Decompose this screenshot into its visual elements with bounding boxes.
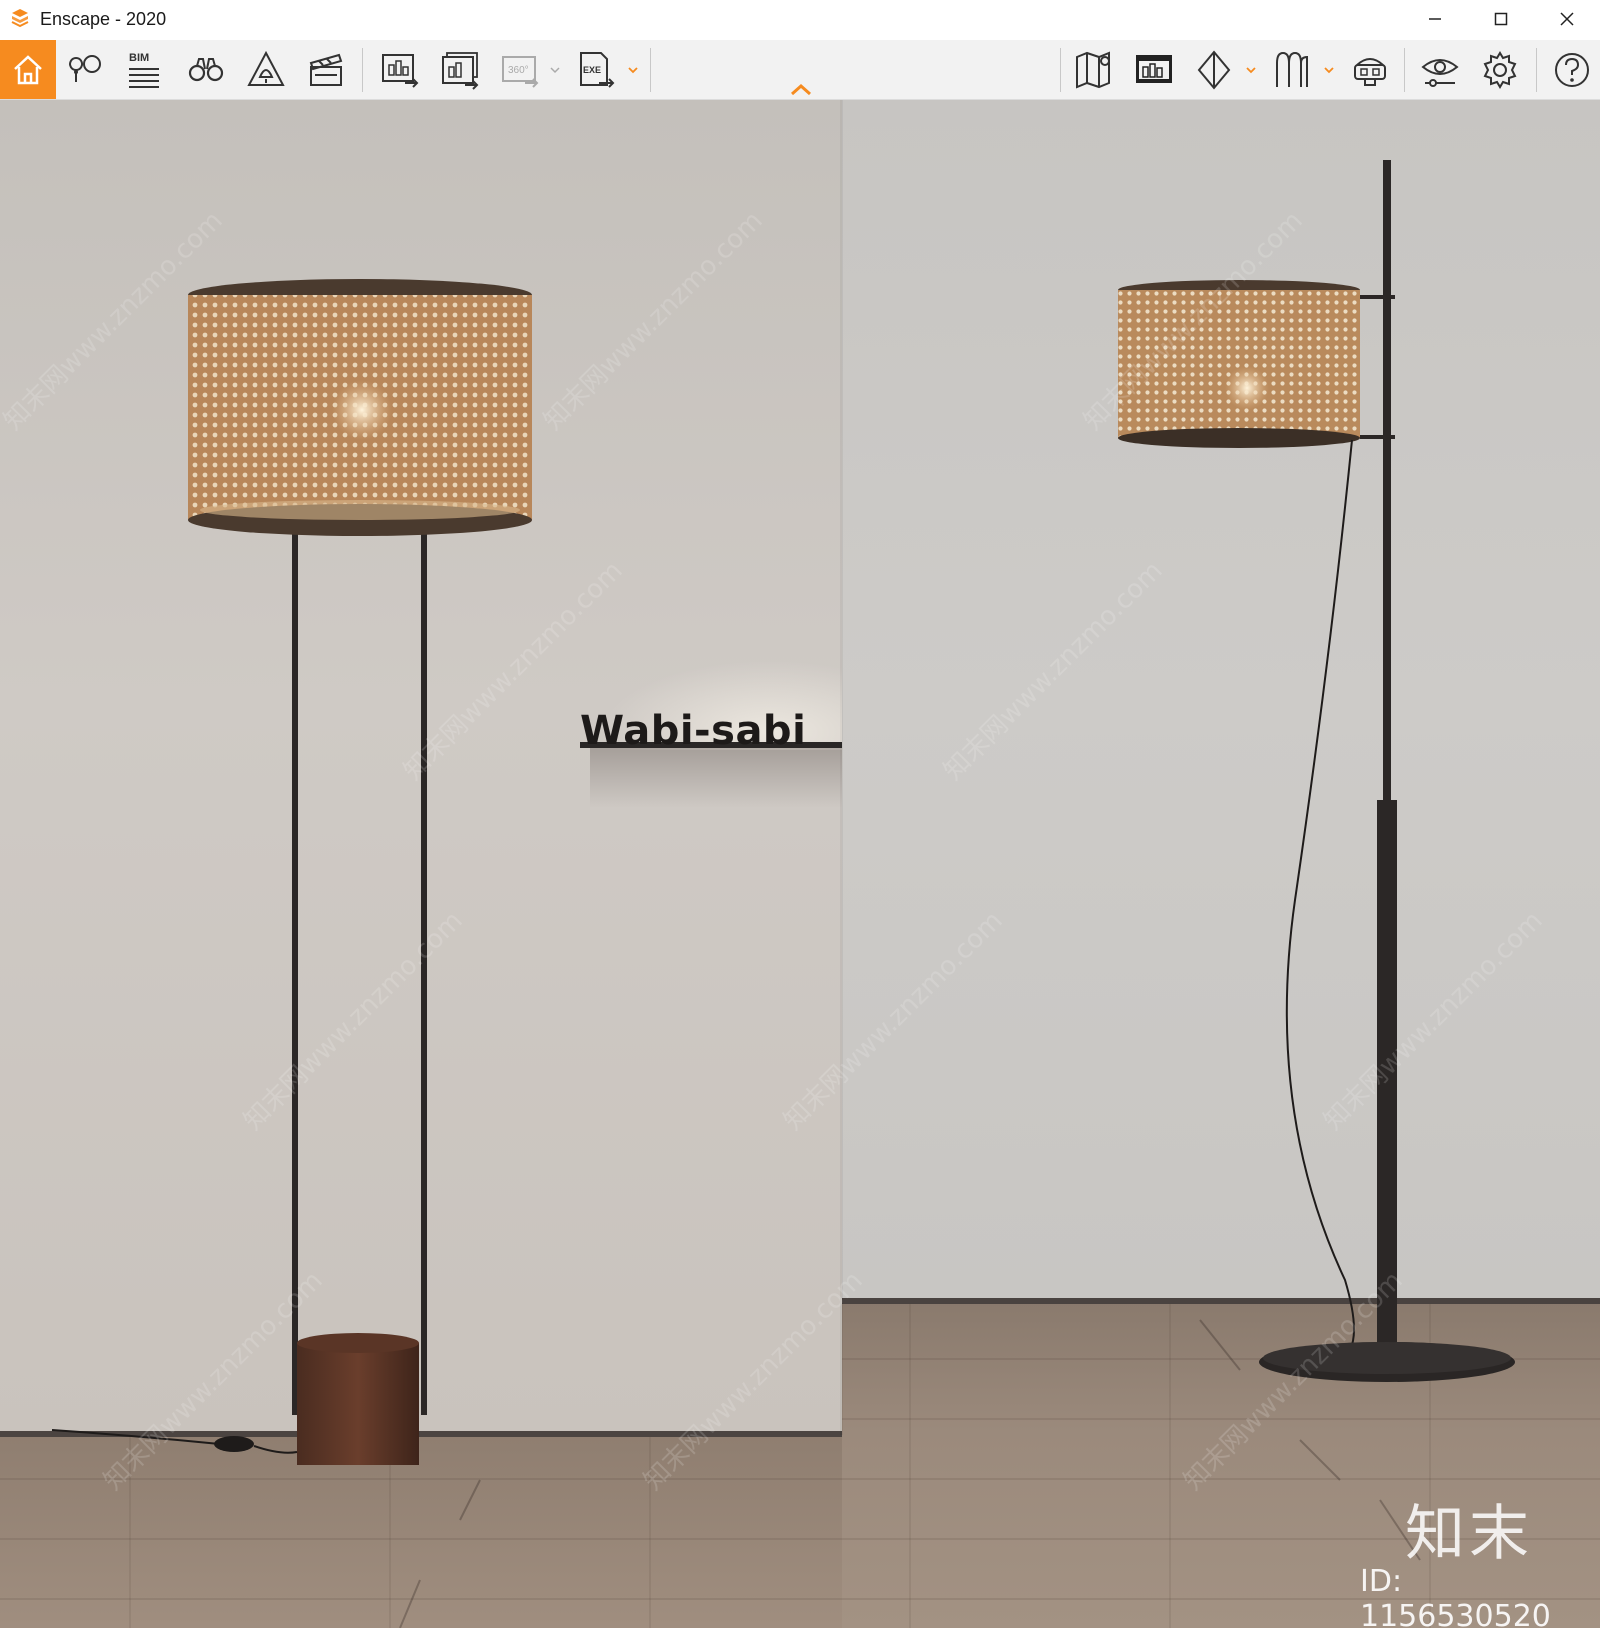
view-mode-dropdown[interactable]	[1244, 62, 1258, 78]
video-editor-button[interactable]	[300, 44, 352, 96]
close-button[interactable]	[1538, 0, 1596, 38]
export-exe-button[interactable]: EXE	[570, 44, 622, 96]
asset-library-button[interactable]	[1128, 44, 1180, 96]
toolbar-separator	[650, 48, 651, 92]
svg-text:360°: 360°	[508, 65, 529, 76]
watermark-id: ID: 1156530520	[1360, 1564, 1551, 1628]
enscape-logo-icon	[11, 9, 29, 28]
chevron-down-icon	[1324, 67, 1334, 74]
materials-icon	[1276, 51, 1308, 87]
panorama-360-icon: 360°	[502, 56, 539, 88]
maximize-button[interactable]	[1472, 0, 1530, 38]
help-button[interactable]	[1546, 44, 1598, 96]
render-image-icon	[382, 54, 419, 88]
home-button[interactable]	[0, 40, 56, 99]
close-icon	[1560, 12, 1574, 26]
title-bar: Enscape - 2020	[0, 0, 1600, 38]
lamp-pole	[1383, 160, 1391, 800]
materials-button[interactable]	[1266, 44, 1318, 96]
toolbar-separator	[1060, 48, 1061, 92]
watermark-logo: 知末	[1405, 1499, 1533, 1569]
chevron-down-icon	[1246, 67, 1256, 74]
svg-text:EXE: EXE	[583, 65, 601, 75]
export-exe-dropdown[interactable]	[626, 62, 640, 78]
render-screenshot-button[interactable]	[374, 44, 426, 96]
minimize-button[interactable]	[1406, 0, 1464, 38]
render-360-button[interactable]: 360°	[494, 44, 546, 96]
toolbar-separator	[362, 48, 363, 92]
vr-headset-button[interactable]	[1344, 44, 1396, 96]
batch-render-icon	[442, 52, 479, 90]
render-360-dropdown[interactable]	[548, 62, 562, 78]
settings-button[interactable]	[1474, 44, 1526, 96]
map-button[interactable]	[1068, 44, 1120, 96]
maximize-icon	[1494, 12, 1508, 26]
light-triangle-icon	[247, 50, 285, 86]
wooden-base	[297, 1343, 419, 1465]
map-icon	[1076, 51, 1110, 89]
export-exe-icon: EXE	[580, 52, 615, 88]
toolbar-separator	[1536, 48, 1537, 92]
toolbar-separator	[1404, 48, 1405, 92]
asset-library-icon	[1136, 55, 1172, 83]
vr-headset-icon	[1354, 58, 1386, 86]
capture-location-button[interactable]	[60, 44, 112, 96]
visual-settings-button[interactable]	[1414, 44, 1466, 96]
batch-render-button[interactable]	[434, 44, 486, 96]
help-icon	[1555, 53, 1589, 87]
map-pin-icon	[69, 55, 101, 82]
view-mode-icon	[1197, 50, 1231, 90]
chevron-down-icon	[550, 67, 560, 74]
binoculars-icon	[188, 58, 224, 82]
shade-bottom-rim	[1118, 428, 1360, 448]
render-viewport[interactable]: Wabi-sabi 知末网www.znzmo.com 知末网www.znzmo.…	[0, 100, 1600, 1628]
bim-icon: BIM	[129, 52, 159, 88]
home-icon	[14, 54, 42, 84]
scene-drawing	[0, 160, 1600, 1628]
chevron-down-icon	[628, 67, 638, 74]
window-title: Enscape - 2020	[40, 9, 167, 29]
light-bulb	[1225, 366, 1269, 410]
clapperboard-icon	[309, 53, 343, 86]
views-button[interactable]	[180, 44, 232, 96]
foot-switch	[214, 1436, 254, 1452]
collapse-toolbar-chevron-up-icon[interactable]	[786, 82, 816, 98]
minimize-icon	[1429, 18, 1441, 20]
eye-settings-icon	[1421, 59, 1459, 87]
view-mode-button[interactable]	[1188, 44, 1240, 96]
materials-dropdown[interactable]	[1322, 62, 1336, 78]
power-cord	[1285, 439, 1355, 1351]
light-bulb	[332, 380, 392, 440]
svg-text:BIM: BIM	[129, 52, 149, 64]
bim-button[interactable]: BIM	[118, 44, 170, 96]
gear-icon	[1483, 51, 1517, 89]
objects-button[interactable]	[240, 44, 292, 96]
